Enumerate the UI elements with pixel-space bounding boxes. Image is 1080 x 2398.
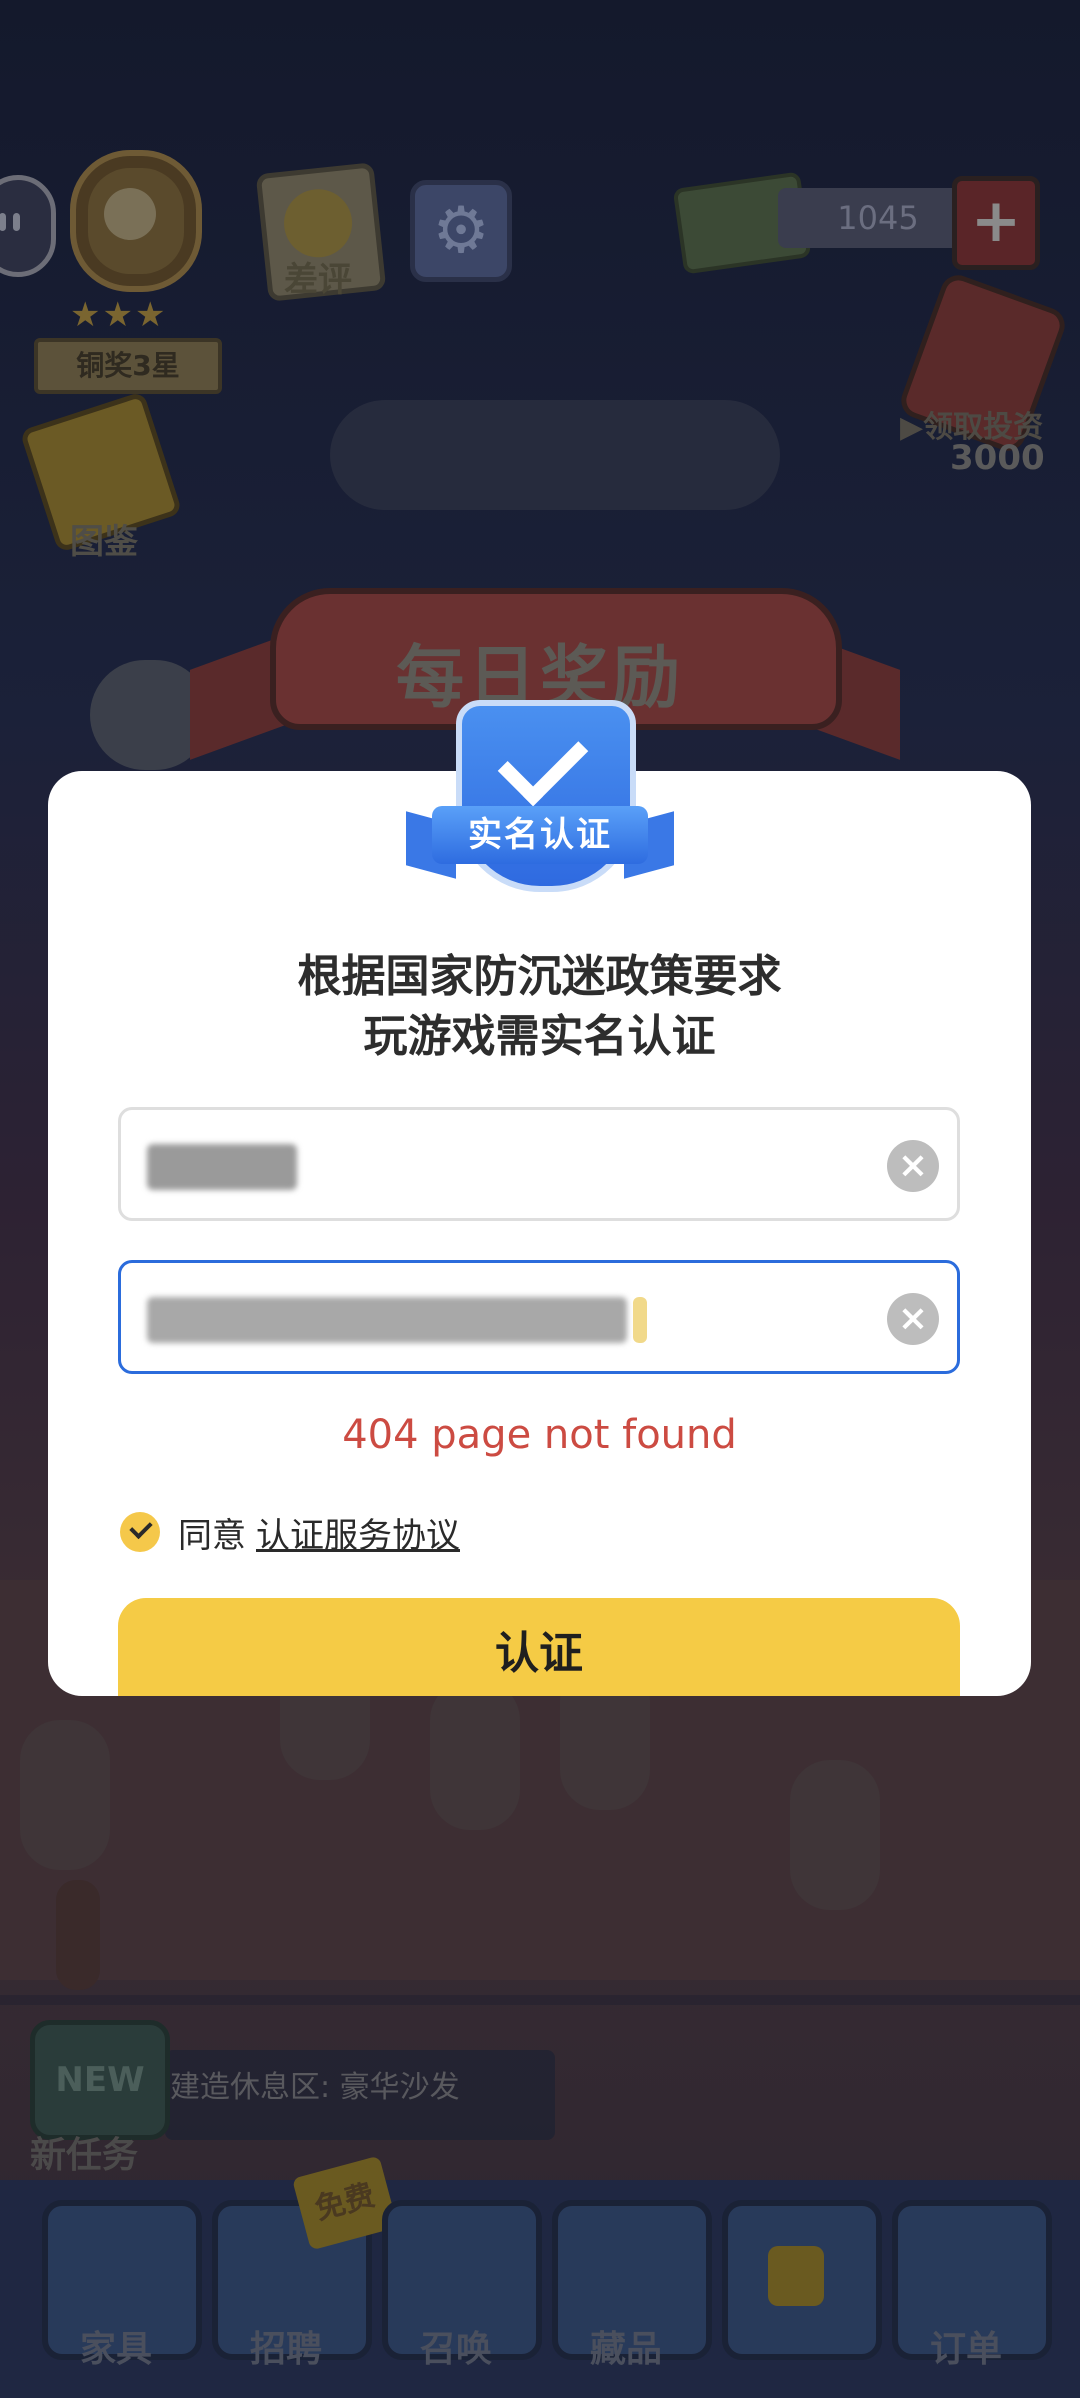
menu-label-recruit: 招聘 [249, 2329, 322, 2370]
menu-label-orders: 订单 [929, 2329, 1002, 2370]
redacted-id-number [147, 1297, 627, 1343]
menu-label-summon: 召唤 [419, 2329, 492, 2370]
policy-text-line2: 玩游戏需实名认证 [363, 1011, 716, 1062]
menu-label-furniture: 家具 [79, 2329, 152, 2370]
add-money-button[interactable]: + [952, 176, 1040, 270]
agreement-row: 同意 认证服务协议 [120, 1508, 460, 1557]
mailbox-decoration [56, 1880, 100, 1990]
policy-text-line1: 根据国家防沉迷政策要求 [297, 951, 782, 1002]
error-message: 404 page not found [342, 1412, 737, 1458]
lock-icon [768, 2246, 824, 2306]
service-agreement-link[interactable]: 认证服务协议 [256, 1508, 460, 1557]
money-counter: 1045 + [672, 171, 1040, 275]
invest-amount: 3000 [950, 438, 1045, 478]
verified-shield-icon: 实名认证 [400, 700, 680, 900]
verify-button[interactable]: 认证 [118, 1598, 960, 1696]
review-label: 差评 [284, 260, 352, 300]
id-number-field[interactable]: × [118, 1260, 960, 1374]
new-task-icon[interactable]: NEW [30, 2020, 170, 2140]
redacted-name [147, 1144, 297, 1190]
verification-badge-text: 实名认证 [432, 806, 648, 864]
worker-character [430, 1680, 520, 1830]
real-name-verification-dialog [48, 771, 1031, 1696]
book-label: 图鉴 [70, 522, 138, 562]
clear-id-button[interactable]: × [887, 1293, 939, 1345]
menu-label-collection: 藏品 [589, 2329, 662, 2370]
agree-checkbox[interactable] [120, 1512, 160, 1552]
clear-name-button[interactable]: × [887, 1140, 939, 1192]
settings-gear-icon[interactable]: ⚙ [410, 180, 512, 282]
cloud-decoration [330, 400, 780, 510]
money-amount: 1045 [778, 188, 978, 248]
rank-badge: 铜奖3星 [34, 338, 222, 394]
worker-character [20, 1720, 110, 1870]
floor-divider [0, 1995, 1080, 2005]
text-cursor [633, 1297, 647, 1343]
locked-button[interactable] [722, 2200, 882, 2360]
worker-character [790, 1760, 880, 1910]
name-field[interactable]: × [118, 1107, 960, 1221]
agree-label: 同意 [178, 1515, 246, 1556]
rank-stars: ★★★ [70, 295, 168, 335]
task-description: 建造休息区: 豪华沙发 [170, 2070, 460, 2105]
new-task-label: 新任务 [30, 2135, 139, 2176]
rank-trophy-icon: ★★★ [42, 150, 212, 335]
